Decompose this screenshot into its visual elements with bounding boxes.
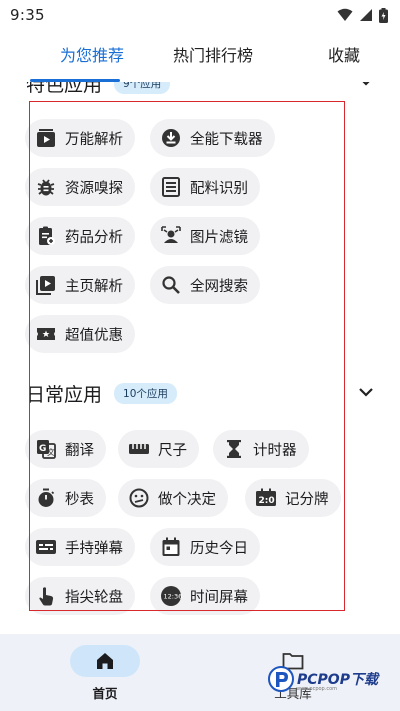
hourglass-icon <box>223 438 245 460</box>
chip-label: 手持弹幕 <box>65 540 123 557</box>
chip-label: 尺子 <box>158 442 187 459</box>
watermark-sub: www.pcpop.com <box>296 686 337 692</box>
pcpop-watermark: PCPOP下载 www.pcpop.com <box>268 666 378 692</box>
chip-label: 超值优惠 <box>65 327 123 344</box>
translate-icon: G文 <box>35 438 57 460</box>
home-icon <box>97 653 113 669</box>
clock-icon-text: 12:36 <box>164 593 183 601</box>
app-chip-resource-sniff[interactable]: 资源嗅探 <box>25 168 135 206</box>
clock-screen-icon: 12:36 <box>160 585 182 607</box>
app-chip-ingredient-recognition[interactable]: 配料识别 <box>150 168 260 206</box>
portrait-icon <box>160 225 182 247</box>
chip-label: 主页解析 <box>65 278 123 295</box>
chip-label: 万能解析 <box>65 131 123 148</box>
battery-icon <box>379 7 388 23</box>
bug-icon <box>35 176 57 198</box>
chip-label: 翻译 <box>65 442 94 459</box>
app-chip-translate[interactable]: G文 翻译 <box>25 430 106 468</box>
chip-label: 全网搜索 <box>190 278 248 295</box>
video-library-icon <box>35 274 57 296</box>
featured-count-badge: 9个应用 <box>114 82 171 94</box>
tab-favorites[interactable]: 收藏 <box>318 44 370 72</box>
subtitles-icon <box>35 536 57 558</box>
chip-label: 历史今日 <box>190 540 248 557</box>
app-chip-universal-parse[interactable]: 万能解析 <box>25 119 135 157</box>
score-icon-text: 2:0 <box>259 496 275 506</box>
pcpop-logo-icon <box>268 666 294 692</box>
document-list-icon <box>160 176 182 198</box>
featured-chevron-down-icon[interactable] <box>358 82 374 86</box>
chip-label: 全能下载器 <box>190 131 263 148</box>
chip-label: 记分牌 <box>285 491 329 508</box>
nav-item-home[interactable]: 首页 <box>70 645 140 702</box>
svg-text:文: 文 <box>47 447 55 457</box>
app-chip-scoreboard[interactable]: 2:0 记分牌 <box>245 479 341 517</box>
nav-home-pill <box>70 645 140 677</box>
daily-chevron-down-icon[interactable] <box>358 387 374 397</box>
chip-label: 时间屏幕 <box>190 589 248 606</box>
play-box-icon <box>35 127 57 149</box>
medical-note-icon <box>35 225 57 247</box>
ruler-icon <box>128 438 150 460</box>
app-chip-drug-analysis[interactable]: 药品分析 <box>25 217 135 255</box>
chip-label: 秒表 <box>65 491 94 508</box>
status-bar: 9:35 <box>0 0 400 30</box>
daily-section-header: 日常应用 10个应用 <box>26 380 177 407</box>
wifi-icon <box>337 8 353 21</box>
app-chip-history-today[interactable]: 历史今日 <box>150 528 260 566</box>
status-time: 9:35 <box>10 6 45 24</box>
download-icon <box>160 127 182 149</box>
app-chip-web-search[interactable]: 全网搜索 <box>150 266 260 304</box>
app-chip-downloader[interactable]: 全能下载器 <box>150 119 275 157</box>
decision-icon <box>128 487 150 509</box>
app-chip-deals[interactable]: 超值优惠 <box>25 315 135 353</box>
status-icons <box>337 7 388 23</box>
tab-ranking[interactable]: 热门排行榜 <box>158 44 268 72</box>
nav-home-label: 首页 <box>92 686 118 701</box>
signal-icon <box>360 9 372 21</box>
chip-label: 配料识别 <box>190 180 248 197</box>
app-chip-time-screen[interactable]: 12:36 时间屏幕 <box>150 577 260 615</box>
chip-label: 计时器 <box>253 442 297 459</box>
touch-icon <box>35 585 57 607</box>
app-list[interactable]: 特色应用 9个应用 万能解析 全能下载器 资源嗅探 配料识别 药品分析 图片滤镜… <box>0 82 400 634</box>
app-chip-finger-roulette[interactable]: 指尖轮盘 <box>25 577 135 615</box>
coupon-icon <box>35 323 57 345</box>
app-chip-ruler[interactable]: 尺子 <box>118 430 199 468</box>
chip-label: 指尖轮盘 <box>65 589 123 606</box>
featured-section-header: 特色应用 9个应用 <box>26 82 171 97</box>
svg-text:G: G <box>39 444 46 454</box>
calendar-icon <box>160 536 182 558</box>
app-chip-decision[interactable]: 做个决定 <box>118 479 228 517</box>
app-chip-timer[interactable]: 计时器 <box>213 430 309 468</box>
daily-title: 日常应用 <box>26 384 103 406</box>
scoreboard-icon: 2:0 <box>255 487 277 509</box>
featured-title: 特色应用 <box>26 82 103 96</box>
stopwatch-icon <box>35 487 57 509</box>
chip-label: 资源嗅探 <box>65 180 123 197</box>
tab-recommended[interactable]: 为您推荐 <box>40 44 144 72</box>
app-chip-homepage-parse[interactable]: 主页解析 <box>25 266 135 304</box>
search-icon <box>160 274 182 296</box>
app-chip-stopwatch[interactable]: 秒表 <box>25 479 106 517</box>
tab-bar: 为您推荐 热门排行榜 收藏 <box>0 30 400 82</box>
daily-count-badge: 10个应用 <box>114 383 177 404</box>
chip-label: 药品分析 <box>65 229 123 246</box>
chip-label: 做个决定 <box>158 491 216 508</box>
app-chip-image-filter[interactable]: 图片滤镜 <box>150 217 260 255</box>
app-chip-handheld-danmaku[interactable]: 手持弹幕 <box>25 528 135 566</box>
chip-label: 图片滤镜 <box>190 229 248 246</box>
